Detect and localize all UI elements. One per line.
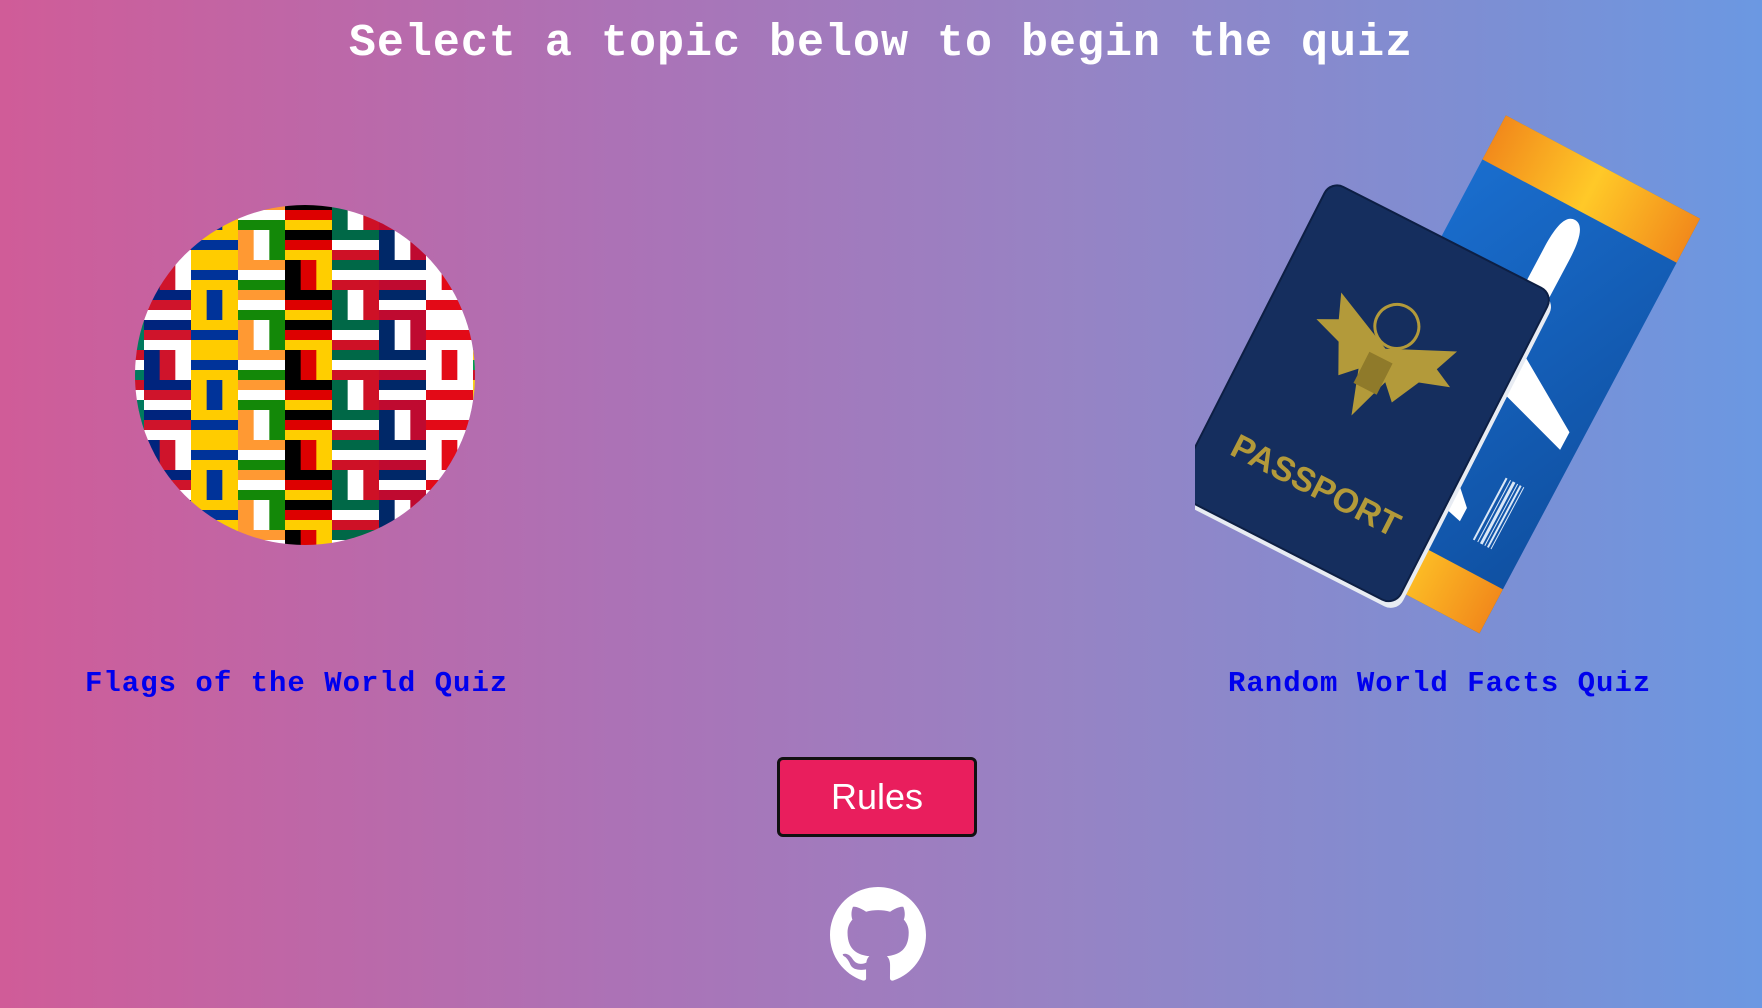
rules-button[interactable]: Rules [777,757,977,837]
world-facts-quiz-label[interactable]: Random World Facts Quiz [1228,667,1651,700]
world-facts-quiz-link[interactable]: PASSPORT Random World Facts Quiz [1195,110,1715,710]
flags-quiz-link[interactable]: Flags of the World Quiz [50,110,560,710]
github-link[interactable] [830,887,926,983]
flag-collage-image[interactable] [50,110,560,650]
page-title: Select a topic below to begin the quiz [348,18,1414,69]
github-icon[interactable] [830,887,926,983]
flags-quiz-label[interactable]: Flags of the World Quiz [85,667,508,700]
passport-ticket-image[interactable]: PASSPORT [1195,110,1715,650]
